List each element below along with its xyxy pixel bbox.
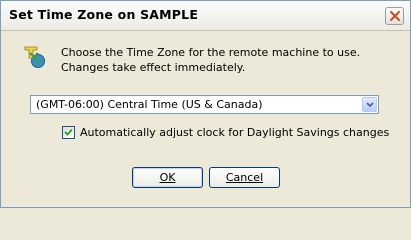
close-icon	[390, 11, 400, 21]
set-time-zone-dialog: Set Time Zone on SAMPLE Choose the Time …	[0, 0, 411, 208]
ok-label: OK	[159, 171, 176, 184]
checkmark-icon	[64, 128, 73, 136]
cancel-button[interactable]: Cancel	[209, 167, 280, 188]
timezone-globe-icon	[24, 46, 45, 68]
instructions: Choose the Time Zone for the remote mach…	[61, 45, 360, 75]
instruction-line-2: Changes take effect immediately.	[61, 61, 246, 74]
instruction-line-1: Choose the Time Zone for the remote mach…	[61, 46, 361, 59]
ok-button[interactable]: OK	[132, 167, 203, 188]
dialog-title: Set Time Zone on SAMPLE	[9, 7, 199, 22]
timezone-selected-value: (GMT-06:00) Central Time (US & Canada)	[36, 98, 263, 111]
timezone-select[interactable]: (GMT-06:00) Central Time (US & Canada)	[30, 95, 379, 114]
chevron-down-icon	[366, 102, 374, 108]
cancel-label: Cancel	[225, 171, 264, 184]
title-bar[interactable]: Set Time Zone on SAMPLE	[1, 1, 410, 31]
dst-label[interactable]: Automatically adjust clock for Daylight …	[80, 126, 389, 139]
dst-checkbox[interactable]	[62, 126, 75, 139]
close-button[interactable]	[385, 7, 404, 25]
timezone-dropdown-button[interactable]	[362, 97, 377, 112]
